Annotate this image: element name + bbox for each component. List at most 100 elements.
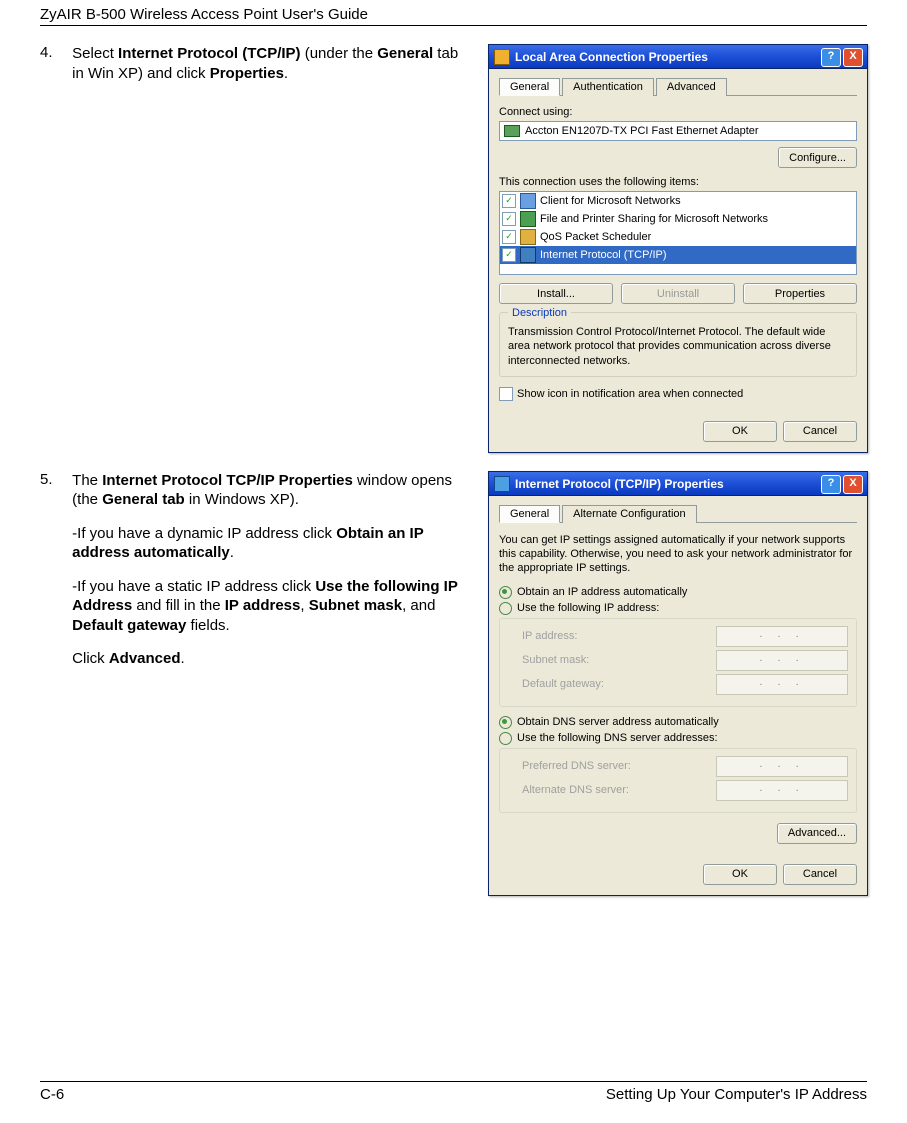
network-icon bbox=[494, 49, 510, 65]
step-5-text: The Internet Protocol TCP/IP Properties … bbox=[72, 471, 462, 683]
radio-label: Obtain DNS server address automatically bbox=[517, 716, 719, 728]
step-4-row: 4. Select Internet Protocol (TCP/IP) (un… bbox=[40, 44, 867, 453]
default-gateway-label: Default gateway: bbox=[522, 678, 604, 690]
t: Advanced bbox=[109, 650, 181, 667]
page-header: ZyAIR B-500 Wireless Access Point User's… bbox=[40, 0, 867, 26]
nic-icon bbox=[504, 125, 520, 137]
close-button[interactable]: X bbox=[843, 48, 863, 67]
dialog-titlebar[interactable]: Local Area Connection Properties ? X bbox=[489, 45, 867, 69]
radio-obtain-ip[interactable]: Obtain an IP address automatically bbox=[499, 586, 857, 599]
step-5-number: 5. bbox=[40, 471, 68, 488]
dns-fields-group: Preferred DNS server: . . . Alternate DNS… bbox=[499, 748, 857, 813]
ok-button[interactable]: OK bbox=[703, 864, 777, 885]
adapter-field: Accton EN1207D-TX PCI Fast Ethernet Adap… bbox=[499, 121, 857, 141]
t: . bbox=[230, 544, 234, 561]
description-group: Description Transmission Control Protoco… bbox=[499, 312, 857, 377]
t: IP address bbox=[225, 597, 301, 614]
preferred-dns-field: . . . bbox=[716, 756, 848, 777]
help-button[interactable]: ? bbox=[821, 48, 841, 67]
t: General bbox=[377, 45, 433, 62]
list-item-selected[interactable]: ✓ Internet Protocol (TCP/IP) bbox=[500, 246, 856, 264]
t: Internet Protocol TCP/IP Properties bbox=[102, 472, 353, 489]
radio-icon[interactable] bbox=[499, 732, 512, 745]
t: , and bbox=[402, 597, 435, 614]
tab-general[interactable]: General bbox=[499, 78, 560, 96]
radio-label: Use the following IP address: bbox=[517, 602, 659, 614]
show-icon-checkbox[interactable] bbox=[499, 387, 513, 401]
t: in Windows XP). bbox=[185, 491, 299, 508]
intro-text: You can get IP settings assigned automat… bbox=[499, 533, 857, 576]
cancel-button[interactable]: Cancel bbox=[783, 864, 857, 885]
list-item[interactable]: ✓File and Printer Sharing for Microsoft … bbox=[500, 210, 856, 228]
cancel-button[interactable]: Cancel bbox=[783, 421, 857, 442]
uninstall-button: Uninstall bbox=[621, 283, 735, 304]
step-4-text: Select Internet Protocol (TCP/IP) (under… bbox=[72, 44, 462, 97]
default-gateway-field: . . . bbox=[716, 674, 848, 695]
radio-obtain-dns[interactable]: Obtain DNS server address automatically bbox=[499, 716, 857, 729]
connect-using-label: Connect using: bbox=[499, 106, 857, 118]
tab-general[interactable]: General bbox=[499, 505, 560, 523]
t: fields. bbox=[186, 617, 229, 634]
t: Select bbox=[72, 45, 118, 62]
show-icon-label: Show icon in notification area when conn… bbox=[517, 388, 743, 400]
radio-use-ip[interactable]: Use the following IP address: bbox=[499, 602, 857, 615]
properties-button[interactable]: Properties bbox=[743, 283, 857, 304]
t: Properties bbox=[210, 65, 284, 82]
t: -If you have a dynamic IP address click bbox=[72, 525, 336, 542]
page-footer: C-6 Setting Up Your Computer's IP Addres… bbox=[40, 1081, 867, 1103]
dialog-titlebar[interactable]: Internet Protocol (TCP/IP) Properties ? … bbox=[489, 472, 867, 496]
checkbox-icon[interactable]: ✓ bbox=[502, 230, 516, 244]
install-button[interactable]: Install... bbox=[499, 283, 613, 304]
items-listbox[interactable]: ✓ Client for Microsoft Networks ✓File and… bbox=[499, 191, 857, 275]
description-text: Transmission Control Protocol/Internet P… bbox=[508, 325, 848, 368]
tcpip-properties-dialog: Internet Protocol (TCP/IP) Properties ? … bbox=[488, 471, 868, 896]
ip-address-field: . . . bbox=[716, 626, 848, 647]
network-icon bbox=[494, 476, 510, 492]
radio-icon[interactable] bbox=[499, 586, 512, 599]
step-5-row: 5. The Internet Protocol TCP/IP Properti… bbox=[40, 471, 867, 896]
close-button[interactable]: X bbox=[843, 475, 863, 494]
client-icon bbox=[520, 193, 536, 209]
tab-alternate-configuration[interactable]: Alternate Configuration bbox=[562, 505, 697, 523]
t: (under the bbox=[301, 45, 378, 62]
subnet-mask-label: Subnet mask: bbox=[522, 654, 589, 666]
show-icon-row[interactable]: Show icon in notification area when conn… bbox=[499, 387, 857, 401]
checkbox-icon[interactable]: ✓ bbox=[502, 212, 516, 226]
item-label: Internet Protocol (TCP/IP) bbox=[540, 249, 667, 261]
checkbox-icon[interactable]: ✓ bbox=[502, 248, 516, 262]
t: General tab bbox=[102, 491, 185, 508]
t: Internet Protocol (TCP/IP) bbox=[118, 45, 301, 62]
radio-icon[interactable] bbox=[499, 716, 512, 729]
t: . bbox=[181, 650, 185, 667]
radio-use-dns[interactable]: Use the following DNS server addresses: bbox=[499, 732, 857, 745]
ip-address-label: IP address: bbox=[522, 630, 577, 642]
local-area-connection-dialog: Local Area Connection Properties ? X Gen… bbox=[488, 44, 868, 453]
footer-right: Setting Up Your Computer's IP Address bbox=[606, 1086, 867, 1103]
alternate-dns-label: Alternate DNS server: bbox=[522, 784, 629, 796]
help-button[interactable]: ? bbox=[821, 475, 841, 494]
t: -If you have a static IP address click bbox=[72, 578, 315, 595]
advanced-button[interactable]: Advanced... bbox=[777, 823, 857, 844]
checkbox-icon[interactable]: ✓ bbox=[502, 194, 516, 208]
tab-strip: General Alternate Configuration bbox=[499, 504, 857, 523]
list-item[interactable]: ✓QoS Packet Scheduler bbox=[500, 228, 856, 246]
tab-advanced[interactable]: Advanced bbox=[656, 78, 727, 96]
item-label: Client for Microsoft Networks bbox=[540, 195, 681, 207]
alternate-dns-field: . . . bbox=[716, 780, 848, 801]
description-title: Description bbox=[508, 307, 571, 319]
tab-authentication[interactable]: Authentication bbox=[562, 78, 654, 96]
preferred-dns-label: Preferred DNS server: bbox=[522, 760, 631, 772]
t: and fill in the bbox=[132, 597, 225, 614]
share-icon bbox=[520, 211, 536, 227]
t: Subnet mask bbox=[309, 597, 402, 614]
t: , bbox=[300, 597, 308, 614]
t: The bbox=[72, 472, 102, 489]
configure-button[interactable]: Configure... bbox=[778, 147, 857, 168]
adapter-name: Accton EN1207D-TX PCI Fast Ethernet Adap… bbox=[525, 125, 759, 137]
radio-label: Use the following DNS server addresses: bbox=[517, 732, 718, 744]
items-label: This connection uses the following items… bbox=[499, 176, 857, 188]
radio-icon[interactable] bbox=[499, 602, 512, 615]
ok-button[interactable]: OK bbox=[703, 421, 777, 442]
list-item[interactable]: ✓ Client for Microsoft Networks bbox=[500, 192, 856, 210]
qos-icon bbox=[520, 229, 536, 245]
